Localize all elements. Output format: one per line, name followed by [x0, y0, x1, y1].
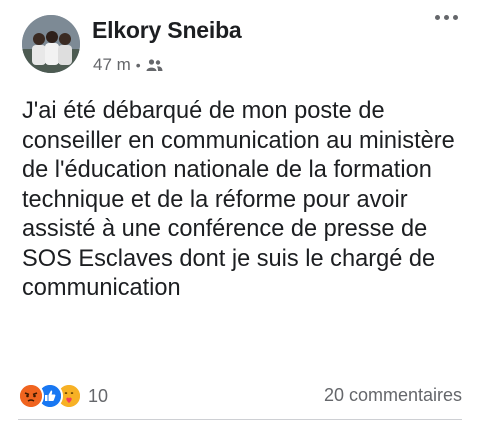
meta-separator: •: [135, 57, 141, 73]
reactions-summary[interactable]: 10: [18, 383, 108, 409]
more-options-button[interactable]: [435, 15, 458, 20]
angry-reaction-icon: [18, 383, 44, 409]
comments-link[interactable]: 20 commentaires: [324, 385, 462, 406]
post-time[interactable]: 47 m: [93, 55, 131, 75]
friends-icon: [146, 58, 163, 71]
divider: [18, 419, 462, 420]
post-meta: 47 m •: [93, 55, 163, 75]
reaction-count: 10: [88, 385, 109, 406]
author-name[interactable]: Elkory Sneiba: [92, 17, 242, 44]
avatar[interactable]: [22, 15, 80, 73]
more-dot-icon: [444, 15, 449, 20]
more-dot-icon: [453, 15, 458, 20]
more-dot-icon: [435, 15, 440, 20]
post-text: J'ai été débarqué de mon poste de consei…: [22, 98, 455, 301]
avatar-photo: [22, 15, 80, 73]
